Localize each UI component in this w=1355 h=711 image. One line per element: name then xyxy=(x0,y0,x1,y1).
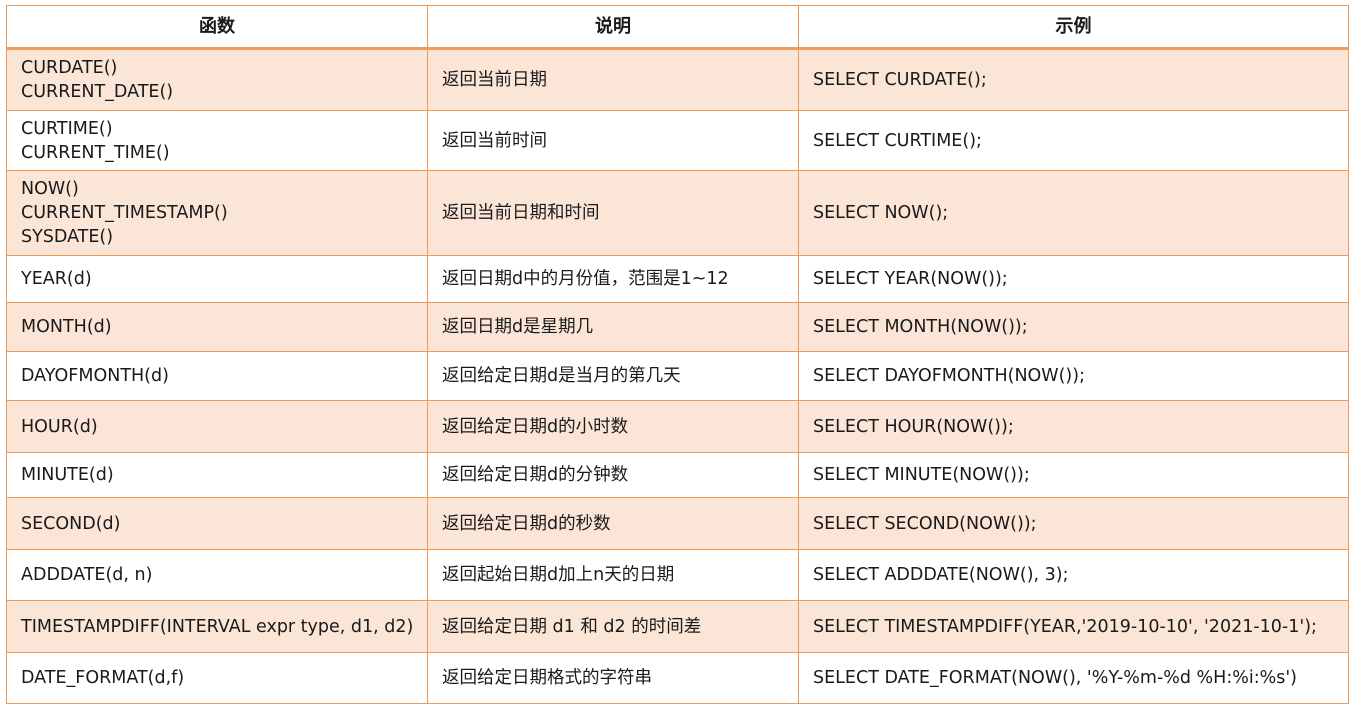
description-cell: 返回给定日期格式的字符串 xyxy=(427,652,799,704)
description-cell: 返回给定日期d的秒数 xyxy=(427,497,799,550)
function-name: CURTIME() xyxy=(21,118,113,139)
function-cell: NOW() CURRENT_TIMESTAMP() SYSDATE() xyxy=(6,170,428,256)
function-name: SYSDATE() xyxy=(21,227,114,247)
table-row: CURTIME() CURRENT_TIME() 返回当前时间 SELECT CURT… xyxy=(6,110,1349,171)
table-row: TIMESTAMPDIFF(INTERVAL expr type, d1, d2… xyxy=(6,600,1349,653)
description-cell: 返回给定日期d的分钟数 xyxy=(427,452,799,498)
example-cell: SELECT TIMESTAMPDIFF(YEAR,'2019-10-10', … xyxy=(798,600,1349,653)
function-name: DAYOFMONTH(d) xyxy=(21,366,169,386)
function-name: CURDATE() xyxy=(21,58,118,78)
function-name: YEAR(d) xyxy=(21,269,92,289)
table-row: YEAR(d) 返回日期d中的月份值，范围是1~12 SELECT YEAR(NOW… xyxy=(6,255,1349,303)
example-cell: SELECT HOUR(NOW()); xyxy=(798,400,1349,453)
example-cell: SELECT MONTH(NOW()); xyxy=(798,302,1349,352)
function-cell: HOUR(d) xyxy=(6,400,428,453)
header-function: 函数 xyxy=(6,5,428,50)
example-cell: SELECT DAYOFMONTH(NOW()); xyxy=(798,351,1349,401)
description-cell: 返回起始日期d加上n天的日期 xyxy=(427,549,799,601)
function-cell: MONTH(d) xyxy=(6,302,428,352)
function-name: SECOND(d) xyxy=(21,513,121,534)
description-cell: 返回当前日期 xyxy=(427,48,799,111)
function-name: TIMESTAMPDIFF(INTERVAL expr type, d1, d2… xyxy=(21,616,414,637)
example-cell: SELECT NOW(); xyxy=(798,170,1349,256)
example-cell: SELECT CURTIME(); xyxy=(798,110,1349,171)
header-example: 示例 xyxy=(798,5,1349,50)
table-row: MINUTE(d) 返回给定日期d的分钟数 SELECT MINUTE(NOW())… xyxy=(6,452,1349,498)
table-row: SECOND(d) 返回给定日期d的秒数 SELECT SECOND(NOW()); xyxy=(6,497,1349,550)
function-cell: CURDATE() CURRENT_DATE() xyxy=(6,48,428,111)
description-cell: 返回给定日期 d1 和 d2 的时间差 xyxy=(427,600,799,653)
function-cell: SECOND(d) xyxy=(6,497,428,550)
table-header: 函数 说明 示例 xyxy=(6,5,1349,50)
description-cell: 返回给定日期d的小时数 xyxy=(427,400,799,453)
example-cell: SELECT DATE_FORMAT(NOW(), '%Y-%m-%d %H:%… xyxy=(798,652,1349,704)
example-cell: SELECT SECOND(NOW()); xyxy=(798,497,1349,550)
function-cell: ADDDATE(d, n) xyxy=(6,549,428,601)
table-row: MONTH(d) 返回日期d是星期几 SELECT MONTH(NOW()); xyxy=(6,302,1349,352)
function-name: HOUR(d) xyxy=(21,416,98,437)
function-cell: YEAR(d) xyxy=(6,255,428,303)
example-cell: SELECT CURDATE(); xyxy=(798,48,1349,111)
example-cell: SELECT ADDDATE(NOW(), 3); xyxy=(798,549,1349,601)
function-name: MINUTE(d) xyxy=(21,465,114,485)
header-description: 说明 xyxy=(427,5,799,50)
header-row: 函数 说明 示例 xyxy=(6,5,1349,50)
description-cell: 返回日期d中的月份值，范围是1~12 xyxy=(427,255,799,303)
function-cell: TIMESTAMPDIFF(INTERVAL expr type, d1, d2… xyxy=(6,600,428,653)
description-cell: 返回日期d是星期几 xyxy=(427,302,799,352)
function-cell: DAYOFMONTH(d) xyxy=(6,351,428,401)
function-cell: CURTIME() CURRENT_TIME() xyxy=(6,110,428,171)
function-cell: DATE_FORMAT(d,f) xyxy=(6,652,428,704)
table-row: ADDDATE(d, n) 返回起始日期d加上n天的日期 SELECT ADDDAT… xyxy=(6,549,1349,601)
table-row: NOW() CURRENT_TIMESTAMP() SYSDATE() 返回当前日期和… xyxy=(6,170,1349,256)
function-name: ADDDATE(d, n) xyxy=(21,565,153,585)
function-cell: MINUTE(d) xyxy=(6,452,428,498)
date-functions-table: 函数 说明 示例 CURDATE() CURRENT_DATE() 返回当前日期 SE… xyxy=(6,5,1349,704)
function-name: CURRENT_TIME() xyxy=(21,142,170,163)
function-name: CURRENT_TIMESTAMP() xyxy=(21,203,228,223)
function-name: MONTH(d) xyxy=(21,317,112,337)
example-cell: SELECT YEAR(NOW()); xyxy=(798,255,1349,303)
function-name: NOW() xyxy=(21,179,79,199)
description-cell: 返回当前时间 xyxy=(427,110,799,171)
example-cell: SELECT MINUTE(NOW()); xyxy=(798,452,1349,498)
description-cell: 返回当前日期和时间 xyxy=(427,170,799,256)
table-row: CURDATE() CURRENT_DATE() 返回当前日期 SELECT CURD… xyxy=(6,48,1349,111)
function-name: CURRENT_DATE() xyxy=(21,82,174,102)
table-row: DATE_FORMAT(d,f) 返回给定日期格式的字符串 SELECT DATE_… xyxy=(6,652,1349,704)
table-row: DAYOFMONTH(d) 返回给定日期d是当月的第几天 SELECT DAYOFM… xyxy=(6,351,1349,401)
table-body: CURDATE() CURRENT_DATE() 返回当前日期 SELECT CURD… xyxy=(6,48,1349,704)
description-cell: 返回给定日期d是当月的第几天 xyxy=(427,351,799,401)
table-row: HOUR(d) 返回给定日期d的小时数 SELECT HOUR(NOW()); xyxy=(6,400,1349,453)
function-name: DATE_FORMAT(d,f) xyxy=(21,668,185,688)
